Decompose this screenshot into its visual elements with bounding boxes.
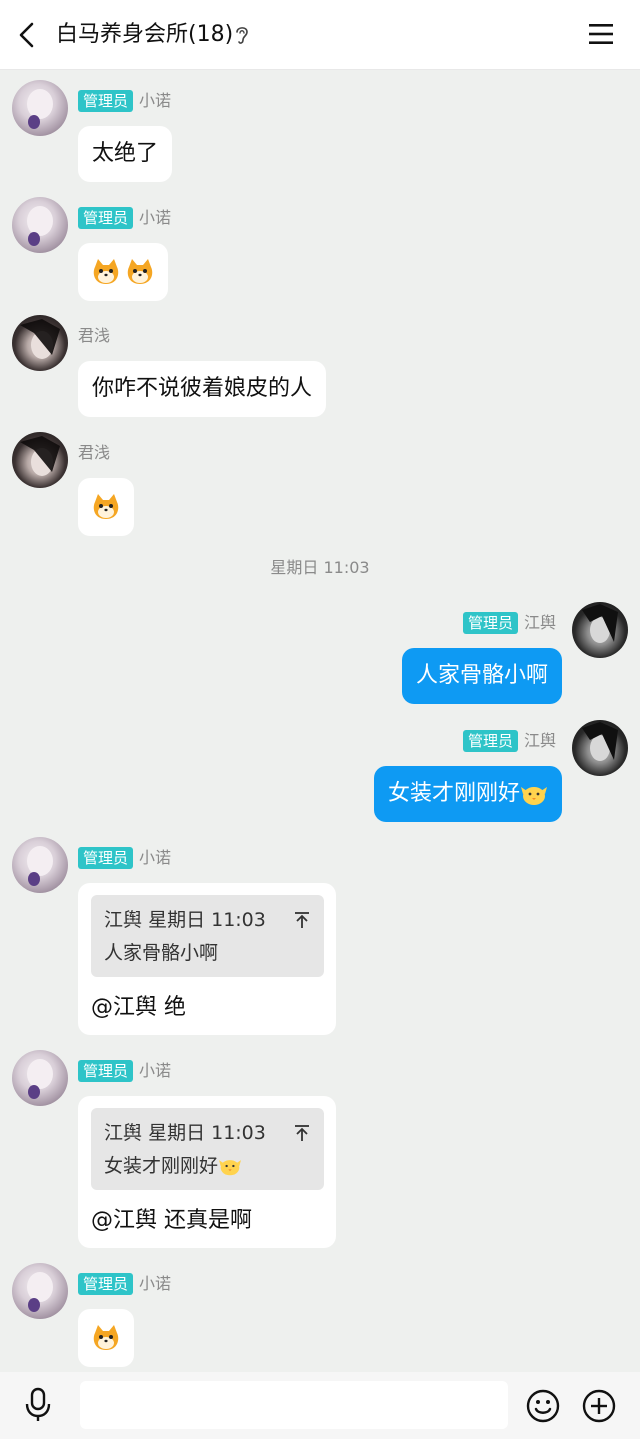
sender-meta: 管理员 小诺 bbox=[78, 207, 171, 229]
sender-meta: 管理员 小诺 bbox=[78, 1060, 171, 1082]
reply-text: @江舆 还真是啊 bbox=[91, 1208, 252, 1233]
message-item: 管理员 江舆 女装才刚刚好 bbox=[0, 720, 640, 830]
sender-meta: 管理员 江舆 bbox=[462, 730, 556, 752]
message-item: 管理员 江舆 人家骨骼小啊 bbox=[0, 602, 640, 712]
quote-time: 星期日 11:03 bbox=[148, 1122, 266, 1144]
chick-emoji bbox=[219, 1160, 242, 1176]
sender-name[interactable]: 江舆 bbox=[524, 612, 556, 634]
avatar[interactable] bbox=[572, 602, 628, 658]
avatar[interactable] bbox=[12, 837, 68, 893]
admin-badge: 管理员 bbox=[462, 730, 518, 752]
message-bubble[interactable]: 人家骨骼小啊 bbox=[401, 648, 562, 704]
jump-to-top-icon[interactable] bbox=[294, 1124, 310, 1142]
admin-badge: 管理员 bbox=[78, 207, 134, 229]
quoted-message[interactable]: 江舆 星期日 11:03 女装才刚刚好 bbox=[91, 1108, 324, 1190]
shiba-emoji bbox=[93, 1325, 119, 1350]
sender-meta: 君浅 bbox=[78, 325, 110, 347]
sender-name[interactable]: 小诺 bbox=[139, 1273, 171, 1295]
reply-text: @江舆 绝 bbox=[91, 995, 186, 1020]
avatar[interactable] bbox=[12, 197, 68, 253]
admin-badge: 管理员 bbox=[78, 90, 134, 112]
message-item: 君浅 bbox=[0, 432, 640, 542]
avatar[interactable] bbox=[12, 1263, 68, 1319]
avatar[interactable] bbox=[12, 432, 68, 488]
message-input[interactable] bbox=[80, 1381, 508, 1429]
avatar[interactable] bbox=[12, 315, 68, 371]
emoji-bubble[interactable] bbox=[78, 243, 168, 301]
sender-name[interactable]: 君浅 bbox=[78, 325, 110, 347]
avatar[interactable] bbox=[12, 1050, 68, 1106]
group-title[interactable]: 白马养身会所(18) bbox=[56, 20, 233, 50]
input-bar bbox=[0, 1372, 640, 1439]
message-item: 管理员 小诺 bbox=[0, 197, 640, 307]
quote-header: 江舆 星期日 11:03 bbox=[104, 1120, 266, 1146]
sender-meta: 君浅 bbox=[78, 442, 110, 464]
sender-meta: 管理员 小诺 bbox=[78, 1273, 171, 1295]
quote-text: 女装才刚刚好 bbox=[104, 1155, 219, 1177]
ear-icon bbox=[236, 27, 248, 44]
message-bubble[interactable]: 女装才刚刚好 bbox=[373, 766, 562, 822]
message-bubble[interactable]: 你咋不说彼着娘皮的人 bbox=[78, 361, 327, 417]
message-item: 管理员 小诺 太绝了 bbox=[0, 80, 640, 190]
message-item: 管理员 小诺 bbox=[0, 1263, 640, 1372]
sender-meta: 管理员 小诺 bbox=[78, 847, 171, 869]
admin-badge: 管理员 bbox=[78, 1273, 134, 1295]
sender-meta: 管理员 小诺 bbox=[78, 90, 171, 112]
message-item: 君浅 你咋不说彼着娘皮的人 bbox=[0, 315, 640, 425]
admin-badge: 管理员 bbox=[78, 1060, 134, 1082]
sender-name[interactable]: 小诺 bbox=[139, 90, 171, 112]
chat-header: 白马养身会所(18) bbox=[0, 0, 640, 70]
quoted-message[interactable]: 江舆 星期日 11:03 人家骨骼小啊 bbox=[91, 895, 324, 977]
sender-meta: 管理员 江舆 bbox=[462, 612, 556, 634]
menu-icon[interactable] bbox=[588, 22, 614, 46]
reply-bubble[interactable]: 江舆 星期日 11:03 人家骨骼小啊 @江舆 绝 bbox=[78, 883, 336, 1035]
message-list[interactable]: 管理员 小诺 太绝了 管理员 小诺 君浅 你咋不说彼着娘皮的人 君浅 星期日 1… bbox=[0, 70, 640, 1372]
smiley-icon[interactable] bbox=[526, 1389, 560, 1423]
avatar[interactable] bbox=[12, 80, 68, 136]
sender-name[interactable]: 江舆 bbox=[524, 730, 556, 752]
sender-name[interactable]: 小诺 bbox=[139, 1060, 171, 1082]
chevron-left-icon[interactable] bbox=[14, 20, 38, 50]
emoji-bubble[interactable] bbox=[78, 478, 134, 536]
plus-icon[interactable] bbox=[582, 1389, 616, 1423]
time-separator: 星期日 11:03 bbox=[270, 558, 370, 577]
shiba-emoji bbox=[127, 259, 153, 284]
quote-text-row: 女装才刚刚好 bbox=[104, 1153, 242, 1179]
quote-text: 人家骨骼小啊 bbox=[104, 942, 219, 964]
quote-author: 江舆 bbox=[104, 1122, 143, 1144]
emoji-bubble[interactable] bbox=[78, 1309, 134, 1367]
quote-author: 江舆 bbox=[104, 909, 143, 931]
message-item: 管理员 小诺 江舆 星期日 11:03 人家骨骼小啊 @江舆 绝 bbox=[0, 837, 640, 1037]
quote-header: 江舆 星期日 11:03 bbox=[104, 907, 266, 933]
admin-badge: 管理员 bbox=[462, 612, 518, 634]
shiba-emoji bbox=[93, 259, 119, 284]
admin-badge: 管理员 bbox=[78, 847, 134, 869]
message-bubble[interactable]: 太绝了 bbox=[78, 126, 173, 182]
jump-to-top-icon[interactable] bbox=[294, 911, 310, 929]
sender-name[interactable]: 君浅 bbox=[78, 442, 110, 464]
chick-emoji bbox=[521, 787, 547, 805]
microphone-icon[interactable] bbox=[24, 1387, 52, 1423]
message-text: 女装才刚刚好 bbox=[387, 781, 520, 806]
reply-bubble[interactable]: 江舆 星期日 11:03 女装才刚刚好 @江舆 还真是啊 bbox=[78, 1096, 336, 1248]
message-item: 管理员 小诺 江舆 星期日 11:03 女装才刚刚好 @江舆 还真是啊 bbox=[0, 1050, 640, 1250]
quote-time: 星期日 11:03 bbox=[148, 909, 266, 931]
sender-name[interactable]: 小诺 bbox=[139, 207, 171, 229]
shiba-emoji bbox=[93, 494, 119, 519]
sender-name[interactable]: 小诺 bbox=[139, 847, 171, 869]
avatar[interactable] bbox=[572, 720, 628, 776]
